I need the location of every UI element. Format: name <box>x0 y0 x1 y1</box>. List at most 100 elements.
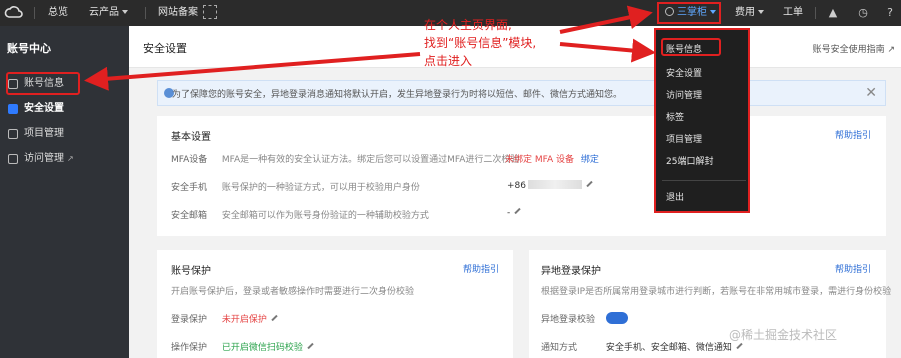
mfa-bind-link[interactable]: 绑定 <box>581 155 599 165</box>
nav-products[interactable]: 云产品 <box>89 0 128 26</box>
phone-prefix: +86 <box>507 181 526 191</box>
qrcode-icon[interactable] <box>203 5 217 19</box>
login-protect-label: 登录保护 <box>171 315 208 325</box>
chevron-down-icon <box>710 10 716 14</box>
sidebar-item-access[interactable]: 访问管理 ↗ <box>0 147 129 171</box>
external-link-icon: ↗ <box>887 45 895 55</box>
email-value: - <box>507 207 521 218</box>
close-icon[interactable]: ✕ <box>865 85 877 101</box>
help-link[interactable]: 帮助指引 <box>463 262 499 275</box>
notice-text: 为了保障您的账号安全，异地登录消息通知将默认开启，发生异地登录行为时将以短信、邮… <box>172 90 623 100</box>
annotation-line: 在个人主页界面, <box>424 18 512 32</box>
op-protect-value: 已开启微信扫码校验 <box>221 343 303 353</box>
edit-icon[interactable] <box>586 180 593 188</box>
nav-icp[interactable]: 网站备案 <box>158 0 198 26</box>
mfa-status-text: 未绑定 MFA 设备 <box>505 155 574 165</box>
sidebar-title: 账号中心 <box>7 42 51 55</box>
clock-icon[interactable]: ◷ <box>856 6 870 20</box>
op-protect-label: 操作保护 <box>171 343 208 353</box>
sidebar-item-label: 项目管理 <box>24 128 64 139</box>
nav-divider <box>815 7 816 19</box>
remote-notify-value: 安全手机、安全邮箱、微信通知 <box>605 343 732 353</box>
remote-verify-label: 异地登录校验 <box>541 315 596 325</box>
card-title: 异地登录保护 <box>541 266 601 277</box>
chevron-down-icon <box>758 10 764 14</box>
nav-divider <box>145 7 146 19</box>
help-icon[interactable]: ? <box>883 6 897 20</box>
sidebar-item-label: 访问管理 <box>24 153 64 164</box>
watermark: @稀土掘金技术社区 <box>729 328 838 342</box>
page-title: 安全设置 <box>143 42 187 55</box>
remote-notify-row: 通知方式 安全手机、安全邮箱、微信通知 <box>541 340 743 353</box>
security-guide-label: 账号安全使用指南 <box>812 45 885 55</box>
card-title: 账号保护 <box>171 266 211 277</box>
account-protection-card: 账号保护 帮助指引 开启账号保护后，登录或者敏感操作时需要进行二次身份校验 登录… <box>157 250 513 358</box>
folder-icon <box>8 129 18 139</box>
nav-billing[interactable]: 费用 <box>735 0 764 26</box>
remote-verify-toggle[interactable] <box>605 312 628 324</box>
dropdown-item-security[interactable]: 安全设置 <box>666 66 746 79</box>
card-title: 基本设置 <box>171 132 211 143</box>
remote-notify-label: 通知方式 <box>541 343 578 353</box>
email-text: - <box>507 208 511 218</box>
dropdown-item-tags[interactable]: 标签 <box>666 110 746 123</box>
sidebar-item-label: 安全设置 <box>24 103 64 114</box>
account-dropdown: 账号信息 安全设置 访问管理 标签 项目管理 25端口解封 退出 <box>654 28 750 213</box>
remote-desc-row: 根据登录IP是否所属常用登录城市进行判断，若账号在非常用城市登录，需进行身份校验 <box>541 284 891 297</box>
edit-icon[interactable] <box>271 314 278 322</box>
sidebar-item-projects[interactable]: 项目管理 <box>0 122 129 146</box>
edit-icon[interactable] <box>514 207 521 215</box>
dropdown-item-logout[interactable]: 退出 <box>666 190 746 203</box>
notice-banner: 为了保障您的账号安全，异地登录消息通知将默认开启，发生异地登录行为时将以短信、邮… <box>157 80 886 106</box>
sidebar-item-account-info[interactable]: 账号信息 <box>0 72 129 96</box>
phone-value: +86 <box>507 180 593 191</box>
phone-desc: 账号保护的一种验证方式，可以用于校验用户身份 <box>221 183 420 193</box>
bell-icon[interactable]: ▲ <box>826 6 840 20</box>
login-protect-row: 登录保护 未开启保护 <box>171 312 278 325</box>
email-row: 安全邮箱 安全邮箱可以作为账号身份验证的一种辅助校验方式 <box>171 208 429 221</box>
chevron-down-icon <box>122 10 128 14</box>
phone-label: 安全手机 <box>171 183 208 193</box>
email-desc: 安全邮箱可以作为账号身份验证的一种辅助校验方式 <box>221 211 429 221</box>
edit-icon[interactable] <box>307 342 314 350</box>
sidebar: 账号中心 账号信息 安全设置 项目管理 访问管理 ↗ <box>0 26 129 358</box>
sidebar-item-label: 账号信息 <box>24 78 64 89</box>
login-protect-value: 未开启保护 <box>221 315 267 325</box>
annotation-line: 点击进入 <box>424 54 473 68</box>
protect-desc: 开启账号保护后，登录或者敏感操作时需要进行二次身份校验 <box>171 287 415 297</box>
cloud-logo-icon[interactable] <box>4 3 24 23</box>
shield-icon <box>8 104 18 114</box>
help-link[interactable]: 帮助指引 <box>835 128 871 141</box>
nav-ticket[interactable]: 工单 <box>783 0 803 26</box>
annotation-text: 在个人主页界面, 找到“账号信息”模块, 点击进入 <box>424 16 536 70</box>
dropdown-item-projects[interactable]: 项目管理 <box>666 132 746 145</box>
account-name: 三掌柜 <box>677 7 707 18</box>
nav-overview[interactable]: 总览 <box>48 0 68 26</box>
dropdown-item-access[interactable]: 访问管理 <box>666 88 746 101</box>
op-protect-row: 操作保护 已开启微信扫码校验 <box>171 340 314 353</box>
remote-desc: 根据登录IP是否所属常用登录城市进行判断，若账号在非常用城市登录，需进行身份校验 <box>541 287 892 297</box>
mfa-desc: MFA是一种有效的安全认证方法。绑定后您可以设置通过MFA进行二次校验 <box>221 155 520 165</box>
email-label: 安全邮箱 <box>171 211 208 221</box>
security-guide-link[interactable]: 账号安全使用指南 ↗ <box>813 42 895 55</box>
key-icon <box>8 154 18 164</box>
user-icon <box>8 79 18 89</box>
dropdown-divider <box>662 180 746 181</box>
remote-verify-row: 异地登录校验 <box>541 312 628 325</box>
masked-phone <box>528 180 582 189</box>
mfa-status: 未绑定 MFA 设备 绑定 <box>505 152 599 165</box>
help-link[interactable]: 帮助指引 <box>835 262 871 275</box>
protect-desc-row: 开启账号保护后，登录或者敏感操作时需要进行二次身份校验 <box>171 284 414 297</box>
user-icon <box>665 7 674 16</box>
dropdown-item-port25[interactable]: 25端口解封 <box>666 154 746 167</box>
edit-icon[interactable] <box>736 342 743 350</box>
nav-products-label: 云产品 <box>89 7 119 18</box>
nav-divider <box>34 7 35 19</box>
external-link-icon: ↗ <box>67 154 74 163</box>
account-menu-button[interactable]: 三掌柜 <box>657 2 721 24</box>
sidebar-item-security[interactable]: 安全设置 <box>0 97 129 121</box>
mfa-row: MFA设备 MFA是一种有效的安全认证方法。绑定后您可以设置通过MFA进行二次校… <box>171 152 519 165</box>
annotation-line: 找到“账号信息”模块, <box>424 36 537 50</box>
dropdown-item-account-info[interactable]: 账号信息 <box>666 42 746 55</box>
basic-settings-card: 基本设置 帮助指引 MFA设备 MFA是一种有效的安全认证方法。绑定后您可以设置… <box>157 116 886 236</box>
